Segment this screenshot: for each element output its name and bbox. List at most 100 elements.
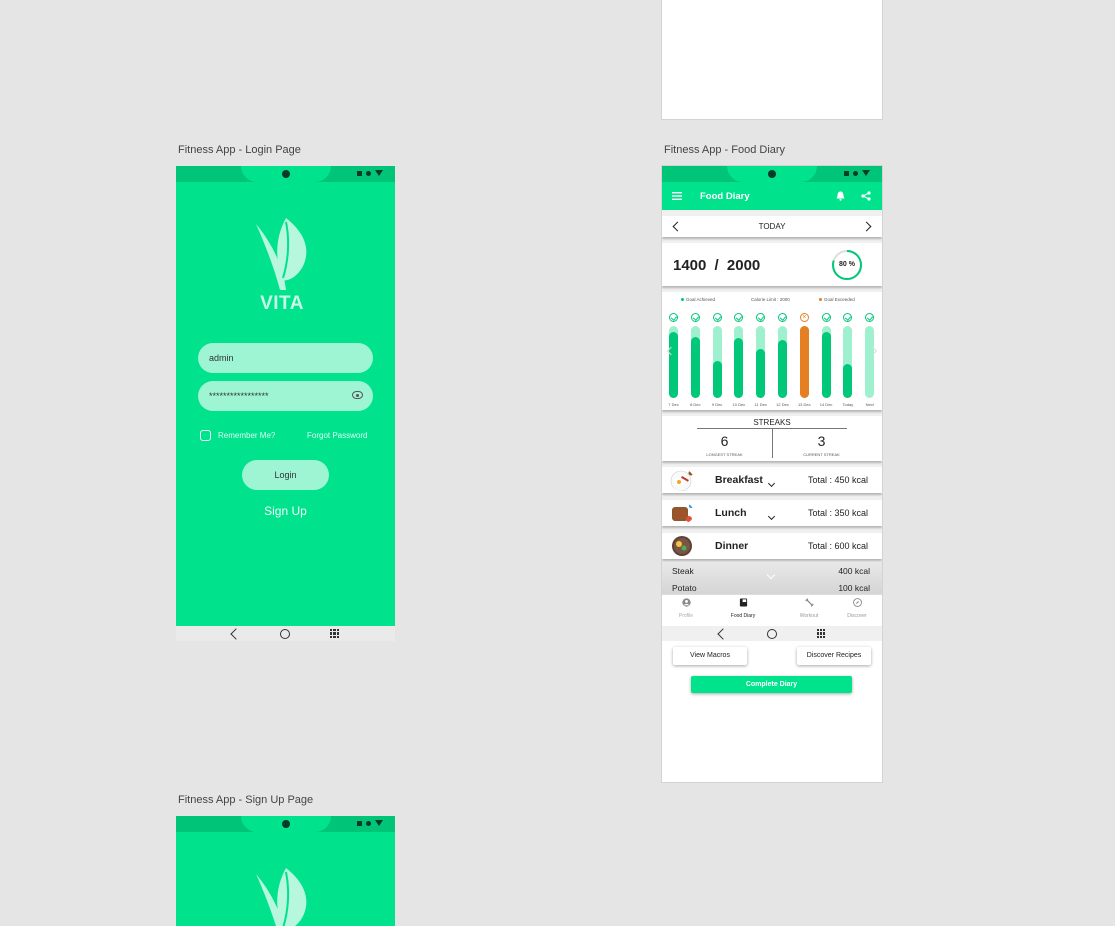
current-streak-label: CURRENT STREAK	[803, 452, 840, 457]
back-icon[interactable]	[230, 627, 242, 640]
status-bar	[176, 816, 395, 832]
day-label: 13 Dec	[797, 402, 811, 407]
dinner-items-panel: Steak 400 kcal Potato 100 kcal	[662, 562, 882, 596]
nav-profile[interactable]: Profile	[666, 598, 706, 619]
bar-fill[interactable]	[669, 331, 678, 398]
chevron-down-icon[interactable]	[767, 479, 776, 488]
artboard-label-signup: Fitness App - Sign Up Page	[178, 794, 314, 806]
forgot-password-link[interactable]: Forgot Password	[307, 431, 367, 440]
apps-grid-icon[interactable]	[816, 629, 826, 638]
camera-icon	[281, 170, 290, 178]
nav-label: Profile	[678, 613, 694, 619]
nav-workout[interactable]: Workout	[789, 598, 829, 619]
remember-checkbox[interactable]	[200, 430, 211, 441]
nav-label: Workout	[799, 613, 819, 619]
chevron-down-icon[interactable]	[767, 512, 776, 521]
view-macros-button[interactable]: View Macros	[673, 647, 747, 665]
dot-icon	[853, 170, 858, 176]
food-diary-phone: Food Diary TODAY 1400 / 2000 80 % Goal A…	[662, 166, 882, 641]
bar-fill[interactable]	[799, 326, 809, 398]
calories-separator: /	[714, 257, 719, 274]
login-button[interactable]: Login	[242, 460, 329, 490]
day-label: 11 Dec	[754, 402, 767, 407]
status-bar	[176, 166, 395, 182]
meal-row-lunch[interactable]: Lunch Total : 350 kcal	[662, 500, 882, 526]
weekly-chart-card: Goal Achieved Calorie Limit : 2000 Goal …	[662, 292, 882, 410]
exceeded-icon: ×	[799, 313, 809, 322]
day-label: 12 Dec	[776, 402, 789, 407]
day-label: 9 Dec	[711, 402, 723, 407]
wifi-icon	[375, 820, 383, 826]
day-label: 8 Dec	[690, 402, 701, 407]
username-value: admin	[209, 353, 234, 363]
meal-row-breakfast[interactable]: Breakfast Total : 450 kcal	[662, 467, 882, 493]
calories-consumed: 1400	[673, 257, 707, 274]
status-icons	[357, 820, 383, 826]
bell-icon[interactable]	[836, 191, 845, 201]
meal-total: Total : 450 kcal	[807, 475, 868, 485]
complete-diary-button[interactable]: Complete Diary	[691, 676, 852, 693]
wifi-icon	[375, 170, 383, 176]
signup-phone	[176, 816, 395, 926]
camera-icon	[281, 820, 290, 828]
system-nav-bar	[176, 626, 395, 641]
discover-recipes-button[interactable]: Discover Recipes	[797, 647, 871, 665]
date-label: TODAY	[758, 222, 786, 231]
artboard-label-login: Fitness App - Login Page	[178, 144, 301, 156]
password-field[interactable]: *****************	[198, 381, 373, 411]
achieved-check-icon	[778, 313, 787, 322]
bar-fill[interactable]	[756, 349, 766, 398]
status-bar	[662, 166, 882, 182]
dot-icon	[366, 820, 371, 826]
home-icon[interactable]	[766, 628, 777, 639]
day-label: 7 Dec	[668, 402, 679, 407]
menu-icon[interactable]	[672, 192, 682, 200]
signup-link[interactable]: Sign Up	[176, 504, 395, 518]
artboard-top-partial	[661, 0, 883, 120]
dinner-plate-icon	[672, 536, 692, 556]
bar-track	[865, 326, 875, 398]
breakfast-plate-icon	[670, 470, 694, 491]
book-icon	[739, 598, 747, 607]
dot-icon	[366, 170, 371, 176]
camera-icon	[768, 170, 776, 178]
status-icons	[844, 170, 870, 176]
artboard-label-food-diary: Fitness App - Food Diary	[664, 144, 786, 156]
meal-total: Total : 350 kcal	[807, 508, 868, 518]
username-field[interactable]: admin	[198, 343, 373, 373]
day-label: 14 Dec	[819, 402, 833, 407]
share-icon[interactable]	[861, 191, 871, 201]
bar-chart: 7 Dec 8 Dec 9 Dec 10 Dec 11 Dec 12 Dec × 13 Dec…	[662, 292, 882, 410]
dumbbell-icon	[804, 598, 814, 607]
meal-name: Breakfast	[715, 474, 763, 486]
bar-fill[interactable]	[690, 336, 700, 398]
password-value: *****************	[209, 391, 269, 401]
bar-fill[interactable]	[734, 338, 744, 398]
nav-food-diary[interactable]: Food Diary	[723, 598, 763, 619]
system-nav-bar	[662, 626, 882, 641]
bar-fill[interactable]	[843, 364, 853, 398]
bar-fill[interactable]	[712, 360, 722, 398]
chevron-down-icon[interactable]	[766, 570, 776, 580]
nav-label: Discover	[847, 613, 867, 619]
achieved-check-icon	[712, 313, 722, 322]
vita-leaf-logo-icon	[256, 218, 307, 290]
back-icon[interactable]	[716, 627, 729, 640]
bar-fill[interactable]	[778, 339, 787, 398]
meal-name: Lunch	[715, 507, 747, 519]
dinner-item-kcal: 400 kcal	[838, 566, 870, 576]
meal-row-dinner[interactable]: Dinner Total : 600 kcal	[662, 533, 882, 559]
bar-fill[interactable]	[821, 331, 831, 398]
calorie-summary: 1400 / 2000	[673, 257, 760, 274]
home-icon[interactable]	[280, 628, 290, 639]
signal-icon	[844, 170, 849, 176]
login-phone: VITA admin ***************** Remember Me…	[176, 166, 395, 641]
apps-grid-icon[interactable]	[330, 629, 339, 638]
wifi-icon	[862, 170, 870, 176]
brand-name: VITA	[260, 293, 304, 314]
achieved-check-icon	[690, 313, 700, 322]
show-password-eye-icon[interactable]	[352, 391, 363, 399]
current-streak-value: 3	[817, 433, 826, 449]
longest-streak-label: LONGEST STREAK	[706, 452, 743, 457]
nav-discover[interactable]: Discover	[837, 598, 877, 619]
